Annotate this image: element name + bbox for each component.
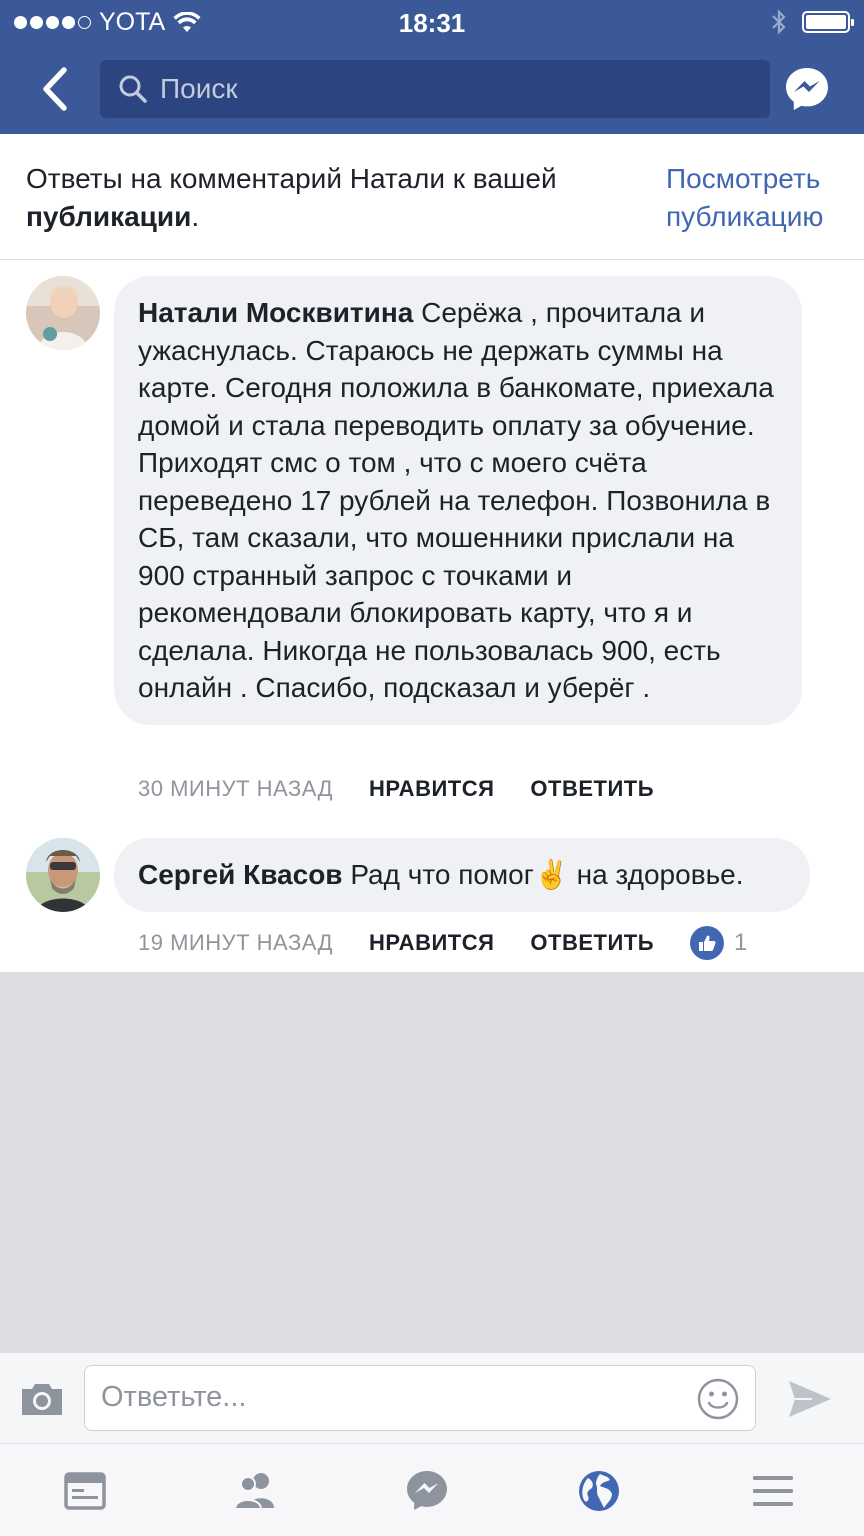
comment-author[interactable]: Сергей Квасов [138, 859, 343, 890]
menu-icon[interactable] [750, 1468, 796, 1514]
smiley-icon[interactable] [697, 1378, 739, 1420]
nav-row: Поиск [0, 58, 864, 120]
status-bar: YOTA 18:31 [0, 0, 864, 44]
comment-bubble: Натали Москвитина Серёжа , прочитала и у… [114, 276, 802, 725]
tab-bar [0, 1444, 864, 1536]
view-post-link[interactable]: Посмотреть публикацию [666, 160, 856, 236]
status-right [770, 8, 854, 36]
comment-text: Рад что помог✌️ на здоровье. [350, 859, 744, 890]
comment-author[interactable]: Натали Москвитина [138, 297, 413, 328]
status-time: 18:31 [398, 8, 466, 38]
comment-time: 19 МИНУТ НАЗАД [138, 930, 334, 955]
empty-area [0, 972, 864, 1352]
top-bar: YOTA 18:31 Поиск [0, 0, 864, 134]
header-text-bold: публикации [26, 201, 192, 232]
comment-bubble: Сергей Квасов Рад что помог✌️ на здоровь… [114, 838, 810, 912]
friends-icon[interactable] [232, 1468, 278, 1514]
messenger-icon[interactable] [404, 1468, 450, 1514]
camera-icon[interactable] [20, 1381, 64, 1417]
notifications-globe-icon[interactable] [576, 1468, 622, 1514]
header-text: Ответы на комментарий Натали к вашей пуб… [26, 160, 636, 236]
comment-meta: 19 МИНУТ НАЗАД НРАВИТСЯ ОТВЕТИТЬ 1 [138, 926, 748, 960]
battery-icon [802, 11, 854, 33]
news-feed-icon[interactable] [62, 1468, 108, 1514]
comment-meta: 30 МИНУТ НАЗАД НРАВИТСЯ ОТВЕТИТЬ [138, 776, 654, 802]
like-count-value: 1 [734, 929, 748, 956]
header-text-prefix: Ответы на комментарий Натали к вашей [26, 163, 557, 194]
search-placeholder: Поиск [160, 73, 238, 104]
bluetooth-icon [772, 9, 786, 35]
avatar[interactable] [26, 838, 100, 912]
comment-text: Серёжа , прочитала и ужаснулась. Стараюс… [138, 297, 774, 703]
back-chevron-icon[interactable] [36, 64, 76, 114]
send-icon[interactable] [786, 1375, 834, 1423]
search-input[interactable]: Поиск [100, 60, 770, 118]
avatar[interactable] [26, 276, 100, 350]
reply-input[interactable]: Ответьте... [84, 1365, 756, 1431]
comment-time: 30 МИНУТ НАЗАД [138, 776, 334, 801]
search-icon [119, 75, 147, 103]
header-text-suffix: . [191, 201, 200, 232]
messenger-icon[interactable] [784, 66, 830, 112]
like-button[interactable]: НРАВИТСЯ [369, 776, 494, 802]
reply-bar: Ответьте... [0, 1352, 864, 1444]
reply-button[interactable]: ОТВЕТИТЬ [530, 776, 654, 802]
replies-header: Ответы на комментарий Натали к вашей пуб… [0, 134, 864, 260]
reply-placeholder: Ответьте... [101, 1381, 247, 1413]
like-button[interactable]: НРАВИТСЯ [369, 930, 494, 956]
like-count[interactable]: 1 [690, 926, 748, 960]
reply-button[interactable]: ОТВЕТИТЬ [530, 930, 654, 956]
thumbs-up-icon [690, 926, 725, 960]
